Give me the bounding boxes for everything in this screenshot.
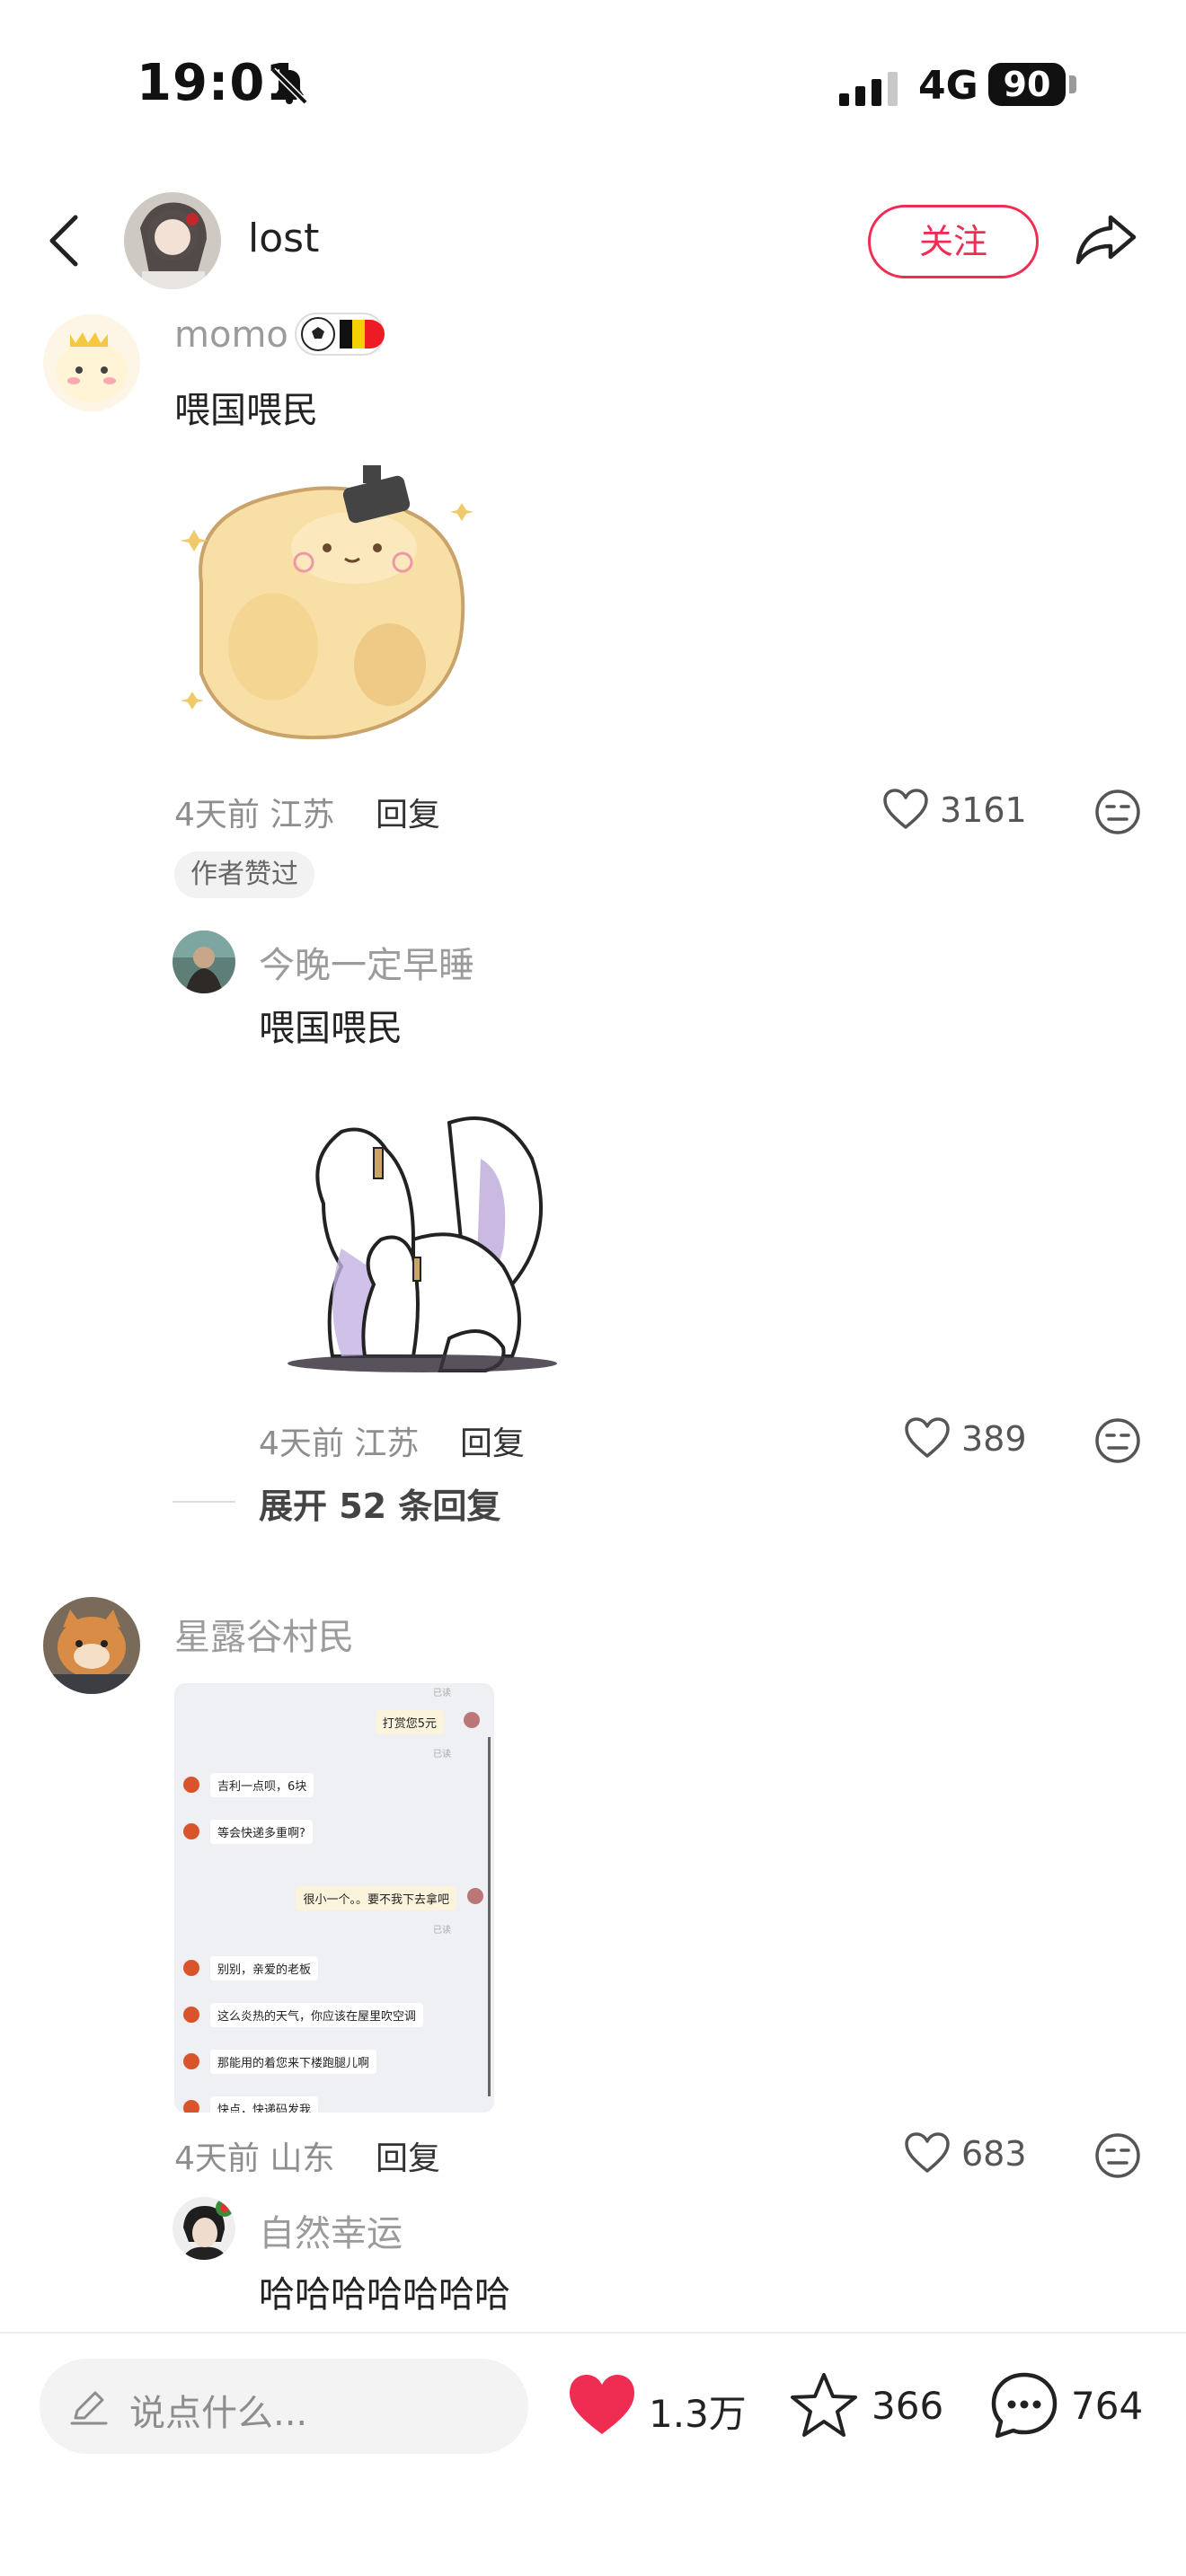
comment-avatar[interactable] xyxy=(43,1597,140,1694)
like-heart-icon[interactable] xyxy=(904,2132,951,2174)
chat-message: 这么炎热的天气，你应该在屋里吹空调 xyxy=(210,2003,424,2027)
chat-message: 打赏您5元 xyxy=(375,1710,444,1734)
chat-avatar xyxy=(183,1823,199,1839)
chat-message: 别别，亲爱的老板 xyxy=(210,1956,319,1981)
author-avatar[interactable] xyxy=(124,192,221,289)
post-favorite-count: 366 xyxy=(872,2384,944,2428)
like-count: 389 xyxy=(961,1419,1027,1459)
back-arrow-icon[interactable] xyxy=(45,212,84,269)
reply-username[interactable]: 自然幸运 xyxy=(259,2204,403,2256)
chat-message: 快点，快递码发我 xyxy=(210,2096,319,2113)
reply-time-location: 4天前 江苏 xyxy=(259,1425,420,1462)
comment-text: 喂国喂民 xyxy=(174,390,318,431)
reply-username[interactable]: 今晚一定早睡 xyxy=(259,936,474,988)
chat-message: 很小一个。。要不我下去拿吧 xyxy=(296,1886,456,1910)
reply-avatar[interactable] xyxy=(173,931,235,993)
pencil-icon xyxy=(70,2391,108,2425)
football-flag-badge-icon xyxy=(295,313,385,356)
chat-screenshot-image[interactable]: 已读 打赏您5元 已读 吉利一点呗，6块 等会快递多重啊? 很小一个。。要不我下… xyxy=(174,1683,494,2113)
chat-read-status: 已读 xyxy=(433,1926,451,1936)
comment-username[interactable]: 星露谷村民 xyxy=(174,1608,354,1660)
like-count: 683 xyxy=(961,2134,1027,2174)
battery-tip xyxy=(1069,75,1076,93)
chat-scrollbar xyxy=(488,1737,491,2096)
dislike-face-icon[interactable] xyxy=(1094,789,1141,835)
chat-avatar xyxy=(183,1960,199,1976)
post-comment-count: 764 xyxy=(1071,2384,1144,2428)
expand-replies-button[interactable]: 展开 52 条回复 xyxy=(259,1478,500,1528)
follow-button[interactable]: 关注 xyxy=(868,205,1039,278)
reply-sticker-image[interactable] xyxy=(288,1105,566,1383)
comment-bubble-icon[interactable] xyxy=(988,2369,1060,2441)
share-icon[interactable] xyxy=(1075,212,1137,266)
like-heart-icon[interactable] xyxy=(904,1417,951,1459)
battery-level: 90 xyxy=(988,63,1066,106)
comment-username[interactable]: momo xyxy=(174,314,288,356)
like-count: 3161 xyxy=(940,790,1027,830)
chat-message: 那能用的着您来下楼跑腿儿啊 xyxy=(210,2050,377,2074)
comment-avatar[interactable] xyxy=(43,314,140,411)
chat-avatar xyxy=(467,1888,483,1904)
dislike-face-icon[interactable] xyxy=(1094,1417,1141,1464)
author-liked-badge: 作者赞过 xyxy=(174,851,314,898)
post-like-count: 1.3万 xyxy=(649,2392,747,2436)
favorite-star-icon[interactable] xyxy=(789,2371,859,2439)
bell-muted-icon xyxy=(270,67,308,105)
chat-message: 吉利一点呗，6块 xyxy=(210,1773,314,1797)
bottom-divider xyxy=(0,2332,1186,2333)
cellular-signal-icon xyxy=(839,72,898,106)
chat-message: 等会快递多重啊? xyxy=(210,1820,313,1844)
comment-input-placeholder: 说点什么... xyxy=(129,2393,308,2434)
reply-button[interactable]: 回复 xyxy=(460,1417,525,1464)
comment-sticker-image[interactable] xyxy=(174,449,494,758)
chat-avatar xyxy=(183,2053,199,2069)
like-heart-filled-icon[interactable] xyxy=(568,2373,636,2438)
chat-avatar xyxy=(183,2100,199,2113)
reply-text: 哈哈哈哈哈哈哈 xyxy=(259,2274,510,2316)
reply-avatar[interactable] xyxy=(173,2197,235,2260)
dislike-face-icon[interactable] xyxy=(1094,2132,1141,2179)
comment-time-location: 4天前 江苏 xyxy=(174,797,335,834)
author-name[interactable]: lost xyxy=(248,216,319,261)
chat-read-status: 已读 xyxy=(433,1750,451,1760)
chat-avatar xyxy=(464,1712,480,1728)
chat-avatar xyxy=(183,2007,199,2023)
expand-divider xyxy=(173,1501,235,1503)
reply-button[interactable]: 回复 xyxy=(376,2132,440,2179)
like-heart-icon[interactable] xyxy=(882,789,929,830)
chat-read-status: 已读 xyxy=(433,1689,451,1698)
network-type: 4G xyxy=(918,63,978,109)
chat-avatar xyxy=(183,1777,199,1793)
reply-button[interactable]: 回复 xyxy=(376,789,440,835)
reply-text: 喂国喂民 xyxy=(259,1008,403,1049)
comment-time-location: 4天前 山东 xyxy=(174,2140,335,2177)
